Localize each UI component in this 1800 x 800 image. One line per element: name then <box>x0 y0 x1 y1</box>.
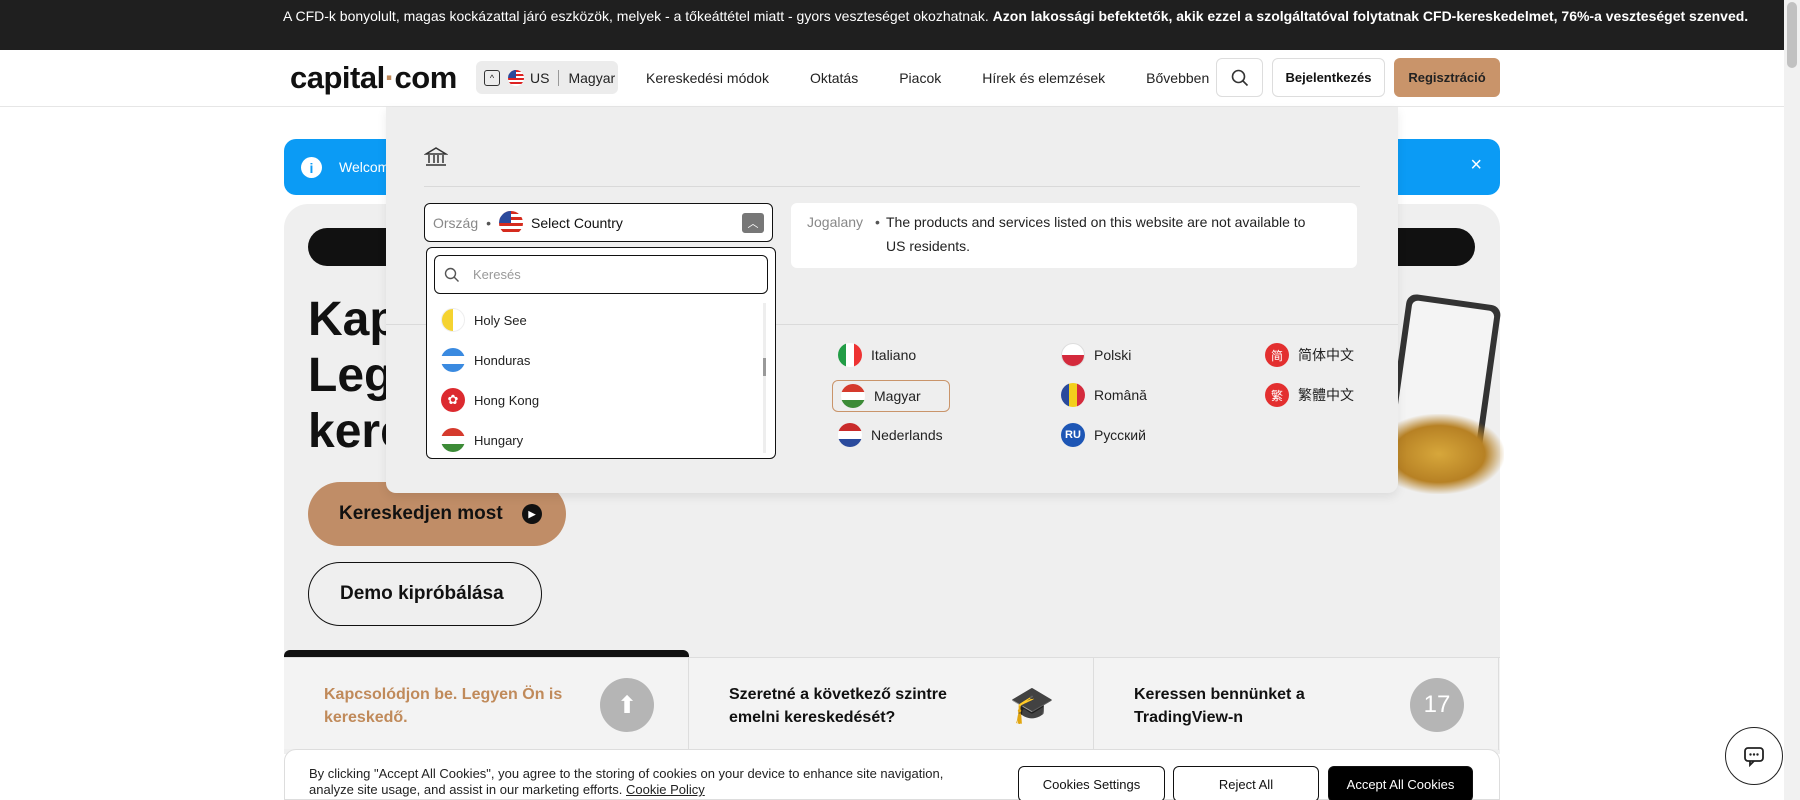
hong-kong-flag-icon: ✿ <box>441 388 465 412</box>
list-scrollbar-thumb[interactable] <box>763 358 766 376</box>
country-search-input[interactable]: Keresés <box>434 255 768 294</box>
cookie-text: By clicking "Accept All Cookies", you ag… <box>309 766 944 797</box>
cookie-policy-link[interactable]: Cookie Policy <box>626 782 705 797</box>
capital-com-logo[interactable]: capital·com <box>290 60 457 96</box>
hungary-flag-icon <box>841 384 865 408</box>
close-icon[interactable]: × <box>1470 154 1482 177</box>
honduras-flag-icon <box>441 348 465 372</box>
holy-see-flag-icon <box>441 308 465 332</box>
jurisdiction-box: Jogalany • The products and services lis… <box>791 203 1357 268</box>
country-select[interactable]: Ország • Select Country ︿ <box>424 203 773 242</box>
jurisdiction-label: Jogalany <box>807 214 864 230</box>
romania-flag-icon <box>1061 383 1085 407</box>
hungary-flag-icon <box>441 428 465 452</box>
main-nav: Kereskedési módok Oktatás Piacok Hírek é… <box>646 70 1250 86</box>
us-flag-icon <box>499 210 524 235</box>
risk-warning-text: A CFD-k bonyolult, magas kockázattal jár… <box>283 8 993 24</box>
chat-button[interactable] <box>1725 727 1783 785</box>
language-russian[interactable]: RU Русский <box>1061 419 1146 451</box>
list-scrollbar[interactable] <box>763 303 766 453</box>
risk-warning-bold: Azon lakossági befektetők, akik ezzel a … <box>992 8 1749 24</box>
us-flag-icon <box>508 69 524 86</box>
tradingview-icon: 17 <box>1410 678 1464 732</box>
cookies-settings-button[interactable]: Cookies Settings <box>1018 766 1165 800</box>
locale-country: US <box>530 69 550 86</box>
nav-more[interactable]: Bővebben <box>1146 70 1209 86</box>
language-simplified-chinese[interactable]: 简简体中文 <box>1265 339 1354 371</box>
language-magyar[interactable]: Magyar <box>832 380 950 412</box>
risk-warning-banner: A CFD-k bonyolult, magas kockázattal jár… <box>0 0 1784 50</box>
country-option-hungary[interactable]: Hungary <box>441 425 523 455</box>
italy-flag-icon <box>838 343 862 367</box>
country-dropdown-list: Keresés Holy See Honduras ✿ Hong Kong Hun… <box>426 247 776 459</box>
nav-education[interactable]: Oktatás <box>810 70 858 86</box>
accept-all-cookies-button[interactable]: Accept All Cookies <box>1328 766 1473 800</box>
traditional-chinese-badge-icon: 繁 <box>1265 383 1289 407</box>
nav-trading-types[interactable]: Kereskedési módok <box>646 70 769 86</box>
chat-icon <box>1744 747 1764 767</box>
feature-cards: Kapcsolódjon be. Legyen Ön is kereskedő.… <box>284 657 1500 750</box>
chevron-up-icon: ^ <box>484 69 500 86</box>
search-icon <box>1231 69 1248 86</box>
reject-all-button[interactable]: Reject All <box>1173 766 1319 800</box>
panel-divider <box>424 186 1360 187</box>
locale-selector[interactable]: ^ US Magyar <box>476 61 618 94</box>
language-polski[interactable]: Polski <box>1061 339 1131 371</box>
page-scrollbar[interactable] <box>1784 0 1800 800</box>
register-button[interactable]: Regisztráció <box>1394 58 1500 97</box>
nav-markets[interactable]: Piacok <box>899 70 941 86</box>
card-next-level[interactable]: Szeretné a következő szintre emelni kere… <box>689 658 1094 750</box>
info-icon: i <box>301 157 322 178</box>
language-traditional-chinese[interactable]: 繁繁體中文 <box>1265 379 1354 411</box>
search-icon <box>444 267 459 282</box>
up-arrow-icon: ⬆ <box>600 678 654 732</box>
page-scrollbar-thumb[interactable] <box>1787 2 1797 68</box>
login-button[interactable]: Bejelentkezés <box>1272 58 1385 97</box>
card-tradingview[interactable]: Keressen bennünket a TradingView-n 17 <box>1094 658 1499 750</box>
simplified-chinese-badge-icon: 简 <box>1265 343 1289 367</box>
poland-flag-icon <box>1061 343 1085 367</box>
netherlands-flag-icon <box>838 423 862 447</box>
graduation-cap-icon: 🎓 <box>1009 684 1055 725</box>
country-option-holy-see[interactable]: Holy See <box>441 305 527 335</box>
search-button[interactable] <box>1216 58 1263 97</box>
site-header: capital·com ^ US Magyar Kereskedési módo… <box>0 50 1784 107</box>
locale-separator <box>558 69 560 86</box>
language-nederlands[interactable]: Nederlands <box>838 419 943 451</box>
country-option-hong-kong[interactable]: ✿ Hong Kong <box>441 385 539 415</box>
chevron-up-icon[interactable]: ︿ <box>742 213 764 233</box>
russia-badge-icon: RU <box>1061 423 1085 447</box>
language-romana[interactable]: Română <box>1061 379 1147 411</box>
country-value: Select Country <box>531 214 623 231</box>
try-demo-button[interactable]: Demo kipróbálása <box>308 562 542 626</box>
cookie-banner: By clicking "Accept All Cookies", you ag… <box>284 749 1500 800</box>
country-option-honduras[interactable]: Honduras <box>441 345 530 375</box>
locale-language: Magyar <box>568 69 616 86</box>
language-italiano[interactable]: Italiano <box>838 339 916 371</box>
card-become-trader[interactable]: Kapcsolódjon be. Legyen Ön is kereskedő.… <box>284 658 689 750</box>
search-placeholder: Keresés <box>473 267 521 282</box>
nav-news-analysis[interactable]: Hírek és elemzések <box>982 70 1105 86</box>
bank-icon <box>423 145 449 174</box>
jurisdiction-text: The products and services listed on this… <box>886 214 1306 254</box>
play-icon: ▶ <box>522 504 542 524</box>
welcome-text: Welcom <box>339 159 390 175</box>
country-label: Ország <box>433 214 479 231</box>
